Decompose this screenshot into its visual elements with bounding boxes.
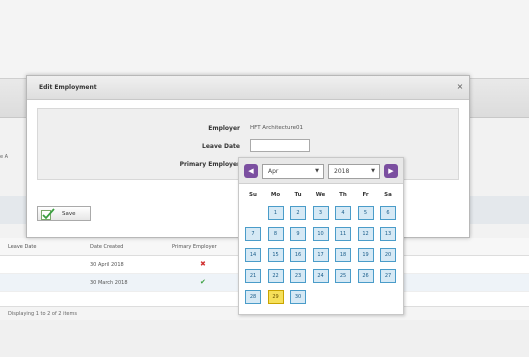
- calendar-day[interactable]: 14: [245, 248, 261, 262]
- calendar-day[interactable]: 12: [357, 227, 374, 241]
- calendar-day[interactable]: 25: [335, 269, 351, 283]
- weekday-th: Th: [339, 192, 347, 198]
- calendar-day[interactable]: 10: [312, 227, 329, 241]
- calendar-day[interactable]: 11: [335, 227, 351, 241]
- employer-label: Employer: [208, 125, 240, 132]
- calendar-day[interactable]: 16: [290, 248, 306, 262]
- calendar-day[interactable]: 8: [267, 227, 284, 241]
- calendar-day[interactable]: 28: [245, 290, 261, 304]
- calendar-day[interactable]: 26: [357, 269, 374, 283]
- year-select[interactable]: 2018 ▼: [328, 164, 380, 179]
- weekday-su: Su: [249, 192, 257, 198]
- calendar-day[interactable]: 17: [312, 248, 329, 262]
- calendar-day[interactable]: 19: [357, 248, 374, 262]
- grid-header-leave-date[interactable]: Leave Date: [8, 244, 36, 250]
- page-bottom-area: [0, 320, 529, 357]
- calendar-day[interactable]: 2: [290, 206, 306, 220]
- close-icon[interactable]: ×: [455, 82, 465, 92]
- month-select-value: Apr: [268, 168, 279, 175]
- calendar-day[interactable]: 6: [380, 206, 396, 220]
- leave-date-label: Leave Date: [202, 143, 240, 150]
- calendar-day[interactable]: 5: [357, 206, 374, 220]
- datepicker-popup: ◀ Apr ▼ 2018 ▼ ▶ Su Mo Tu We Th Fr Sa 12345678…: [238, 157, 404, 315]
- save-check-icon: [41, 208, 55, 220]
- primary-yes-icon: ✔: [200, 278, 206, 286]
- weekday-sa: Sa: [384, 192, 392, 198]
- calendar-day[interactable]: 3: [312, 206, 329, 220]
- grid-header-primary-employer[interactable]: Primary Employer: [172, 244, 217, 250]
- save-button[interactable]: Save: [37, 206, 91, 221]
- chevron-down-icon: ▼: [315, 168, 319, 174]
- calendar-day[interactable]: 15: [267, 248, 284, 262]
- dialog-titlebar[interactable]: Edit Employment ×: [27, 76, 469, 100]
- weekday-mo: Mo: [270, 192, 281, 198]
- calendar-day[interactable]: 1: [267, 206, 284, 220]
- row-date-created: 30 March 2018: [90, 280, 128, 286]
- calendar-day[interactable]: 27: [380, 269, 396, 283]
- primary-no-icon: ✖: [200, 260, 206, 268]
- leave-date-input[interactable]: [250, 139, 310, 152]
- calendar-day[interactable]: 9: [290, 227, 306, 241]
- year-select-value: 2018: [334, 168, 350, 175]
- grid-header-date-created[interactable]: Date Created: [90, 244, 123, 250]
- employer-value: HFT Architecture01: [250, 125, 303, 131]
- calendar-day[interactable]: 24: [312, 269, 329, 283]
- calendar-day[interactable]: 13: [380, 227, 396, 241]
- background-side-label: e A: [0, 154, 9, 160]
- next-month-icon[interactable]: ▶: [384, 164, 398, 178]
- weekday-fr: Fr: [362, 192, 369, 198]
- month-select[interactable]: Apr ▼: [262, 164, 324, 179]
- row-date-created: 30 April 2018: [90, 262, 124, 268]
- primary-employer-label: Primary Employer: [179, 161, 240, 168]
- calendar-day[interactable]: 30: [290, 290, 306, 304]
- calendar-day[interactable]: 18: [335, 248, 351, 262]
- save-label: Save: [62, 211, 76, 217]
- calendar-day[interactable]: 22: [267, 269, 284, 283]
- calendar-day[interactable]: 7: [245, 227, 261, 241]
- weekday-we: We: [315, 192, 326, 198]
- datepicker-header: ◀ Apr ▼ 2018 ▼ ▶: [239, 158, 403, 184]
- calendar-day[interactable]: 29: [267, 290, 284, 304]
- prev-month-icon[interactable]: ◀: [244, 164, 258, 178]
- calendar-day[interactable]: 23: [290, 269, 306, 283]
- weekday-tu: Tu: [294, 192, 302, 198]
- calendar-day[interactable]: 20: [380, 248, 396, 262]
- page-top-area: [0, 0, 529, 78]
- calendar-day[interactable]: 21: [245, 269, 261, 283]
- chevron-down-icon: ▼: [371, 168, 375, 174]
- calendar-day[interactable]: 4: [335, 206, 351, 220]
- pager-info: Displaying 1 to 2 of 2 items: [8, 311, 77, 317]
- dialog-title: Edit Employment: [39, 84, 97, 91]
